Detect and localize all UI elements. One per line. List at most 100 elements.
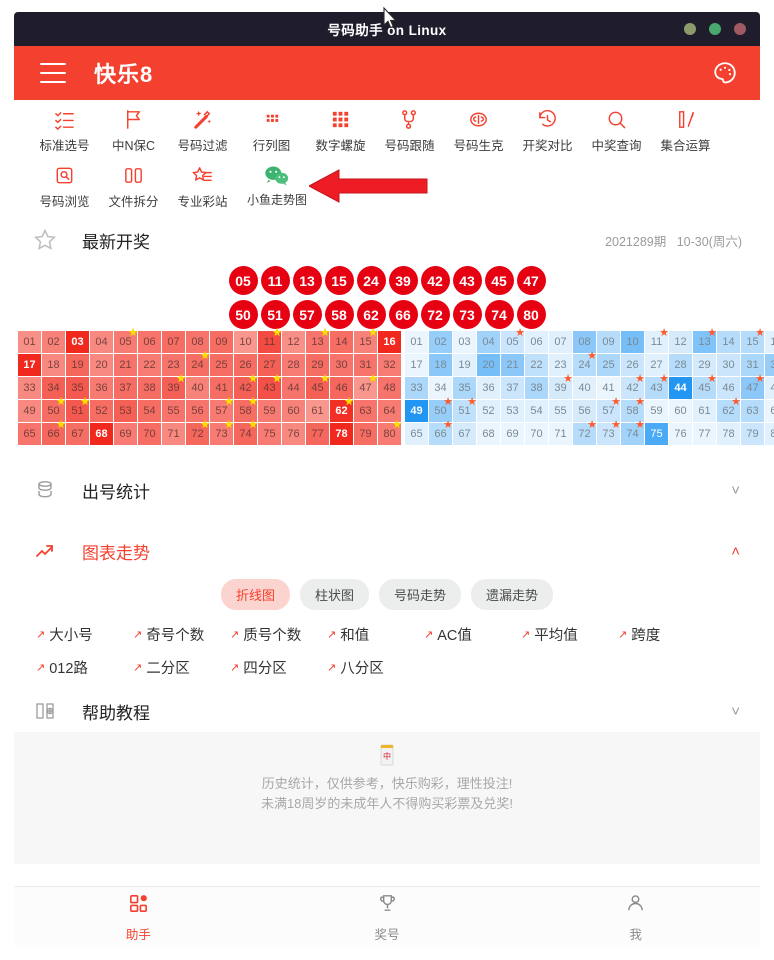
heat-cell[interactable]: 25 [210, 354, 233, 376]
heat-cell[interactable]: 80★ [765, 423, 774, 445]
heat-cell[interactable]: 09 [210, 331, 233, 353]
heat-cell[interactable]: 10 [621, 331, 644, 353]
heat-cell[interactable]: 66 ★ [429, 420, 453, 445]
heat-cell[interactable]: 01 [18, 331, 41, 353]
heat-cell[interactable]: 59 [645, 400, 668, 422]
heat-cell[interactable]: 12 [282, 331, 305, 353]
trend-tab-号码走势[interactable]: 号码走势 [379, 579, 462, 610]
heat-cell[interactable]: 16 [765, 331, 774, 353]
heat-cell[interactable]: 65 [18, 423, 41, 445]
heat-cell[interactable]: 76 [669, 423, 692, 445]
heat-cell[interactable]: 21 [114, 354, 137, 376]
heat-cell[interactable]: 45 ★ [693, 374, 717, 399]
heat-cell[interactable]: 77 [693, 423, 716, 445]
heat-cell[interactable]: 53 [501, 400, 524, 422]
heat-cell[interactable]: 74 ★ [621, 420, 645, 445]
close-button[interactable] [734, 23, 746, 35]
heat-cell[interactable]: 71 [162, 423, 185, 445]
heat-cell[interactable]: 37 [501, 377, 524, 399]
heat-cell[interactable]: 72 ★ [573, 420, 597, 445]
trend-tab-折线图[interactable]: 折线图 [220, 579, 290, 610]
toolbar-item-号码过滤[interactable]: 号码过滤 [168, 106, 237, 154]
heat-cell[interactable]: 17 [405, 354, 428, 376]
heat-cell[interactable]: 07 [549, 331, 572, 353]
heat-cell[interactable]: 40 [186, 377, 209, 399]
heat-cell[interactable]: 28 [282, 354, 305, 376]
nav-item-assistant[interactable]: 助手 [14, 887, 263, 947]
heat-cell[interactable]: 15 ★ [354, 328, 378, 353]
section-help-header[interactable]: 帮助教程 ˅ [14, 685, 760, 737]
heat-cell[interactable]: 25 [597, 354, 620, 376]
heat-cell[interactable]: 07 [162, 331, 185, 353]
heat-cell[interactable]: 70 [525, 423, 548, 445]
chevron-up-icon[interactable]: ˄ [731, 543, 740, 560]
heat-cell[interactable]: 78 [330, 423, 353, 445]
heat-cell[interactable]: 75 [258, 423, 281, 445]
trend-link-四分区[interactable]: ↗ 四分区 [230, 657, 327, 678]
heat-cell[interactable]: 44 [669, 377, 692, 399]
heat-cell[interactable]: 15 ★ [741, 328, 765, 353]
heat-cell[interactable]: 20 [477, 354, 500, 376]
heat-cell[interactable]: 13 ★ [306, 328, 330, 353]
heat-cell[interactable]: 77 [306, 423, 329, 445]
heat-cell[interactable]: 02 [42, 331, 65, 353]
heat-cell[interactable]: 12 [669, 331, 692, 353]
heat-cell[interactable]: 19 [453, 354, 476, 376]
heat-cell[interactable]: 73 ★ [597, 420, 621, 445]
nav-item-me[interactable]: 我 [511, 887, 760, 947]
heat-cell[interactable]: 24 ★ [186, 351, 210, 376]
heat-cell[interactable]: 43 ★ [645, 374, 669, 399]
trend-tab-遗漏走势[interactable]: 遗漏走势 [471, 579, 554, 610]
heat-cell[interactable]: 70 [138, 423, 161, 445]
heat-cell[interactable]: 38 [138, 377, 161, 399]
heat-cell[interactable]: 68 [90, 423, 113, 445]
heat-cell[interactable]: 02 [429, 331, 452, 353]
section-stats-header[interactable]: 出号统计 ˅ [14, 464, 760, 516]
heat-cell[interactable]: 05 ★ [501, 328, 525, 353]
toolbar-item-中N保C[interactable]: 中N保C [99, 106, 168, 154]
heat-cell[interactable]: 33 [18, 377, 41, 399]
heat-cell[interactable]: 03 [66, 331, 89, 353]
chevron-down-icon[interactable]: ˅ [731, 482, 740, 499]
heat-cell[interactable]: 79 [741, 423, 764, 445]
heat-cell[interactable]: 43 ★ [258, 374, 282, 399]
heat-cell[interactable]: 39 ★ [549, 374, 573, 399]
trend-link-平均值[interactable]: ↗ 平均值 [521, 624, 618, 645]
heat-cell[interactable]: 06 [525, 331, 548, 353]
heat-cell[interactable]: 60 [282, 400, 305, 422]
heat-cell[interactable]: 69 [501, 423, 524, 445]
trend-tab-柱状图[interactable]: 柱状图 [299, 579, 369, 610]
trend-link-AC值[interactable]: ↗ AC值 [424, 624, 521, 645]
heat-cell[interactable]: 40 [573, 377, 596, 399]
toolbar-item-集合运算[interactable]: 集合运算 [651, 106, 720, 154]
minimize-button[interactable] [684, 23, 696, 35]
heat-cell[interactable]: 51 ★ [66, 397, 90, 422]
palette-icon[interactable] [712, 60, 738, 86]
heat-cell[interactable]: 52 [477, 400, 500, 422]
heat-cell[interactable]: 62 ★ [717, 397, 741, 422]
heat-cell[interactable]: 63 [354, 400, 377, 422]
heat-cell[interactable]: 54 [525, 400, 548, 422]
heat-cell[interactable]: 75 [645, 423, 668, 445]
toolbar-item-号码浏览[interactable]: 号码浏览 [30, 162, 99, 210]
trend-link-质号个数[interactable]: ↗ 质号个数 [230, 624, 327, 645]
heat-cell[interactable]: 47 ★ [354, 374, 378, 399]
toolbar-item-标准选号[interactable]: 标准选号 [30, 106, 99, 154]
trend-link-012路[interactable]: ↗ 012路 [36, 657, 133, 678]
heat-cell[interactable]: 67 [453, 423, 476, 445]
heat-cell[interactable]: 14 [717, 331, 740, 353]
heat-cell[interactable]: 30 [717, 354, 740, 376]
heat-cell[interactable]: 67 [66, 423, 89, 445]
toolbar-item-号码跟随[interactable]: 号码跟随 [375, 106, 444, 154]
heat-cell[interactable]: 32 [765, 354, 774, 376]
heat-cell[interactable]: 36 [90, 377, 113, 399]
heat-cell[interactable]: 59 [258, 400, 281, 422]
toolbar-item-中奖查询[interactable]: 中奖查询 [582, 106, 651, 154]
heat-cell[interactable]: 24 ★ [573, 351, 597, 376]
heat-cell[interactable]: 20 [90, 354, 113, 376]
heat-cell[interactable]: 13 ★ [693, 328, 717, 353]
heat-cell[interactable]: 33 [405, 377, 428, 399]
heat-cell[interactable]: 54 [138, 400, 161, 422]
heat-cell[interactable]: 60 [669, 400, 692, 422]
heat-cell[interactable]: 21 [501, 354, 524, 376]
